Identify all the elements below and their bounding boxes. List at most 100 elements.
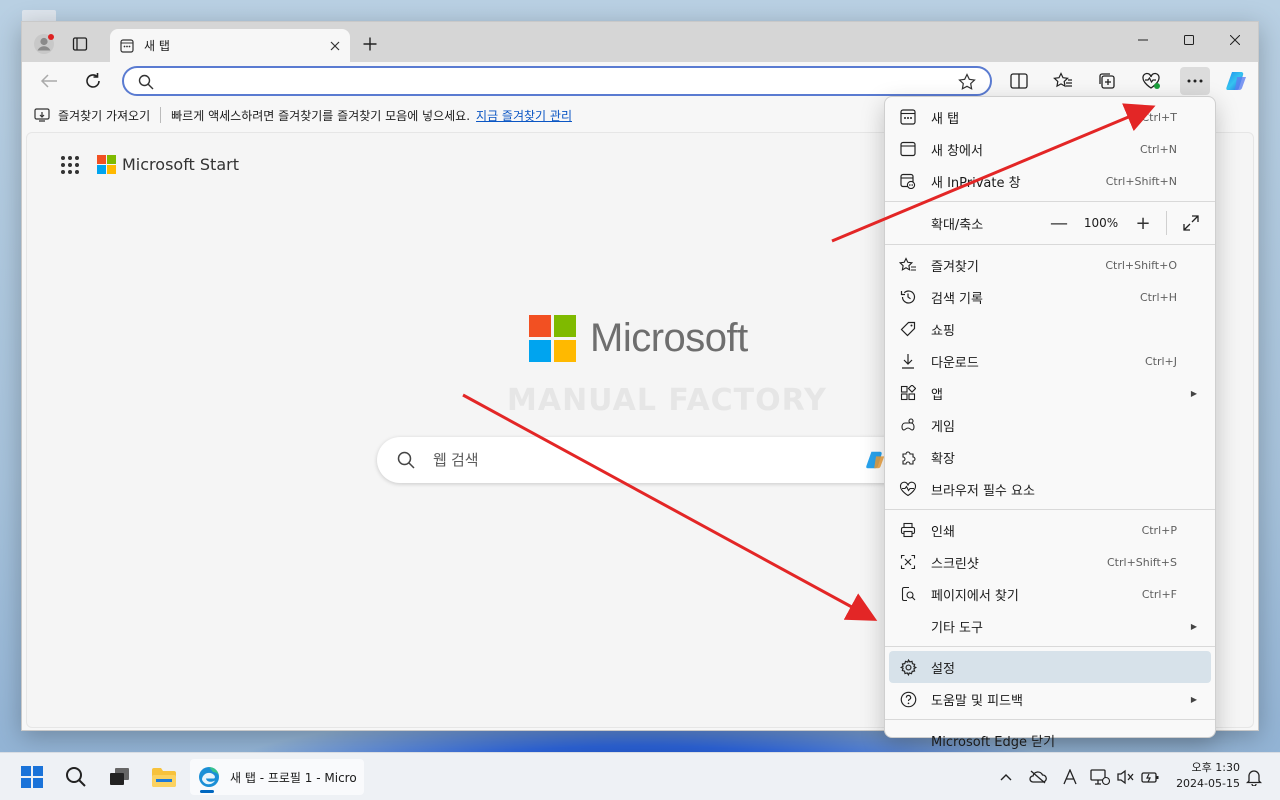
menu-item-more-tools[interactable]: 기타 도구 ▶ bbox=[889, 610, 1211, 642]
microsoft-wordmark: Microsoft bbox=[590, 316, 748, 360]
minimize-icon bbox=[1138, 39, 1148, 41]
profile-button[interactable] bbox=[30, 30, 58, 58]
manage-favorites-link[interactable]: 지금 즐겨찾기 관리 bbox=[476, 107, 572, 124]
show-hidden-icons-button[interactable] bbox=[996, 767, 1016, 787]
submenu-arrow-icon: ▶ bbox=[1190, 694, 1197, 704]
onedrive-tray-button[interactable] bbox=[1028, 767, 1048, 787]
menu-item-downloads[interactable]: 다운로드 Ctrl+J bbox=[889, 345, 1211, 377]
zoom-out-button[interactable]: — bbox=[1044, 213, 1074, 234]
address-bar[interactable] bbox=[122, 66, 992, 96]
menu-item-favorites[interactable]: 즐겨찾기 Ctrl+Shift+O bbox=[889, 249, 1211, 281]
add-favorite-star-icon[interactable] bbox=[958, 73, 976, 91]
taskbar: 새 탭 - 프로필 1 - Micro 오후 1:30 2024-05-15 bbox=[0, 752, 1280, 800]
collections-icon bbox=[1099, 73, 1115, 89]
menu-divider bbox=[885, 201, 1215, 202]
favorites-button[interactable] bbox=[1048, 67, 1078, 95]
collections-button[interactable] bbox=[1092, 67, 1122, 95]
app-launcher-icon[interactable] bbox=[61, 155, 79, 174]
refresh-button[interactable] bbox=[78, 67, 108, 95]
download-icon bbox=[899, 352, 917, 370]
menu-item-screenshot[interactable]: 스크린샷 Ctrl+Shift+S bbox=[889, 546, 1211, 578]
taskbar-edge-window[interactable]: 새 탭 - 프로필 1 - Micro bbox=[190, 759, 364, 795]
fullscreen-button[interactable] bbox=[1177, 215, 1205, 231]
menu-shortcut: Ctrl+J bbox=[1144, 354, 1177, 368]
submenu-arrow-icon: ▶ bbox=[1190, 621, 1197, 631]
tab-new-tab[interactable]: 새 탭 bbox=[110, 29, 350, 62]
menu-divider bbox=[885, 509, 1215, 510]
volume-tray-button[interactable] bbox=[1116, 767, 1136, 787]
print-icon bbox=[899, 521, 917, 539]
search-button[interactable] bbox=[60, 761, 92, 793]
minimize-button[interactable] bbox=[1120, 24, 1166, 56]
fullscreen-expand-icon bbox=[1183, 215, 1199, 231]
more-dots-icon bbox=[1187, 79, 1203, 83]
microsoft-start-label[interactable]: Microsoft Start bbox=[122, 155, 239, 174]
back-button[interactable] bbox=[34, 67, 64, 95]
notifications-button[interactable] bbox=[1244, 767, 1264, 787]
tab-actions-button[interactable] bbox=[66, 30, 94, 58]
menu-label: 확장 bbox=[931, 451, 955, 467]
clock[interactable]: 오후 1:30 2024-05-15 bbox=[1168, 760, 1240, 792]
close-tab-icon[interactable] bbox=[330, 41, 340, 51]
search-icon bbox=[397, 451, 415, 469]
menu-item-history[interactable]: 검색 기록 Ctrl+H bbox=[889, 281, 1211, 313]
zoom-in-button[interactable]: + bbox=[1128, 213, 1158, 234]
favorites-bar-hint: 빠르게 액세스하려면 즐겨찾기를 즐겨찾기 모음에 넣으세요. bbox=[171, 108, 471, 123]
menu-item-games[interactable]: 게임 bbox=[889, 409, 1211, 441]
title-bar: 새 탭 bbox=[22, 22, 1258, 62]
microsoft-logo-small-icon bbox=[97, 155, 116, 174]
network-tray-button[interactable] bbox=[1090, 767, 1110, 787]
menu-shortcut: Ctrl+Shift+N bbox=[1105, 174, 1177, 188]
clock-date: 2024-05-15 bbox=[1176, 777, 1240, 790]
web-search-box[interactable] bbox=[377, 437, 937, 483]
menu-item-shopping[interactable]: 쇼핑 bbox=[889, 313, 1211, 345]
menu-label: 페이지에서 찾기 bbox=[931, 588, 1019, 604]
submenu-arrow-icon: ▶ bbox=[1190, 388, 1197, 398]
menu-item-new-tab[interactable]: 새 탭 Ctrl+T bbox=[889, 101, 1211, 133]
apps-grid-icon bbox=[899, 384, 917, 402]
file-explorer-button[interactable] bbox=[148, 761, 180, 793]
menu-shortcut: Ctrl+N bbox=[1139, 142, 1177, 156]
menu-divider bbox=[885, 719, 1215, 720]
copilot-button[interactable] bbox=[1222, 67, 1252, 95]
microsoft-logo-icon bbox=[529, 315, 576, 362]
close-edge-spacer bbox=[899, 731, 917, 749]
import-favorites-button[interactable]: 즐겨찾기 가져오기 bbox=[58, 107, 150, 124]
settings-and-more-button[interactable] bbox=[1180, 67, 1210, 95]
menu-item-print[interactable]: 인쇄 Ctrl+P bbox=[889, 514, 1211, 546]
menu-item-apps[interactable]: 앱 ▶ bbox=[889, 377, 1211, 409]
ime-indicator-button[interactable] bbox=[1060, 767, 1080, 787]
new-tab-button[interactable] bbox=[356, 30, 384, 58]
menu-label: 검색 기록 bbox=[931, 291, 983, 307]
menu-item-extensions[interactable]: 확장 bbox=[889, 441, 1211, 473]
back-arrow-icon bbox=[40, 74, 57, 88]
menu-item-help-and-feedback[interactable]: 도움말 및 피드백 ▶ bbox=[889, 683, 1211, 715]
menu-item-new-inprivate-window[interactable]: 새 InPrivate 창 Ctrl+Shift+N bbox=[889, 165, 1211, 197]
find-on-page-icon bbox=[899, 585, 917, 603]
menu-label: 스크린샷 bbox=[931, 556, 979, 572]
folder-icon bbox=[152, 768, 176, 787]
menu-item-zoom: 확대/축소 — 100% + bbox=[889, 206, 1211, 240]
heart-pulse-icon bbox=[899, 480, 917, 498]
task-view-button[interactable] bbox=[104, 761, 136, 793]
menu-item-find-on-page[interactable]: 페이지에서 찾기 Ctrl+F bbox=[889, 578, 1211, 610]
battery-tray-button[interactable] bbox=[1140, 767, 1160, 787]
menu-item-browser-essentials[interactable]: 브라우저 필수 요소 bbox=[889, 473, 1211, 505]
menu-item-settings[interactable]: 설정 bbox=[889, 651, 1211, 683]
browser-essentials-button[interactable] bbox=[1136, 67, 1166, 95]
network-icon bbox=[1090, 769, 1110, 786]
history-clock-icon bbox=[899, 288, 917, 306]
more-tools-spacer bbox=[899, 617, 917, 635]
favorites-icon bbox=[1053, 72, 1072, 88]
maximize-button[interactable] bbox=[1166, 24, 1212, 56]
task-view-icon bbox=[110, 768, 129, 785]
tab-actions-icon bbox=[72, 37, 88, 51]
start-button[interactable] bbox=[16, 761, 48, 793]
split-screen-button[interactable] bbox=[1004, 67, 1034, 95]
split-screen-icon bbox=[1010, 73, 1028, 89]
web-search-input[interactable] bbox=[433, 449, 833, 471]
close-window-button[interactable] bbox=[1212, 24, 1258, 56]
menu-item-new-window[interactable]: 새 창에서 Ctrl+N bbox=[889, 133, 1211, 165]
profile-icon bbox=[34, 34, 54, 54]
address-input[interactable] bbox=[160, 72, 940, 90]
